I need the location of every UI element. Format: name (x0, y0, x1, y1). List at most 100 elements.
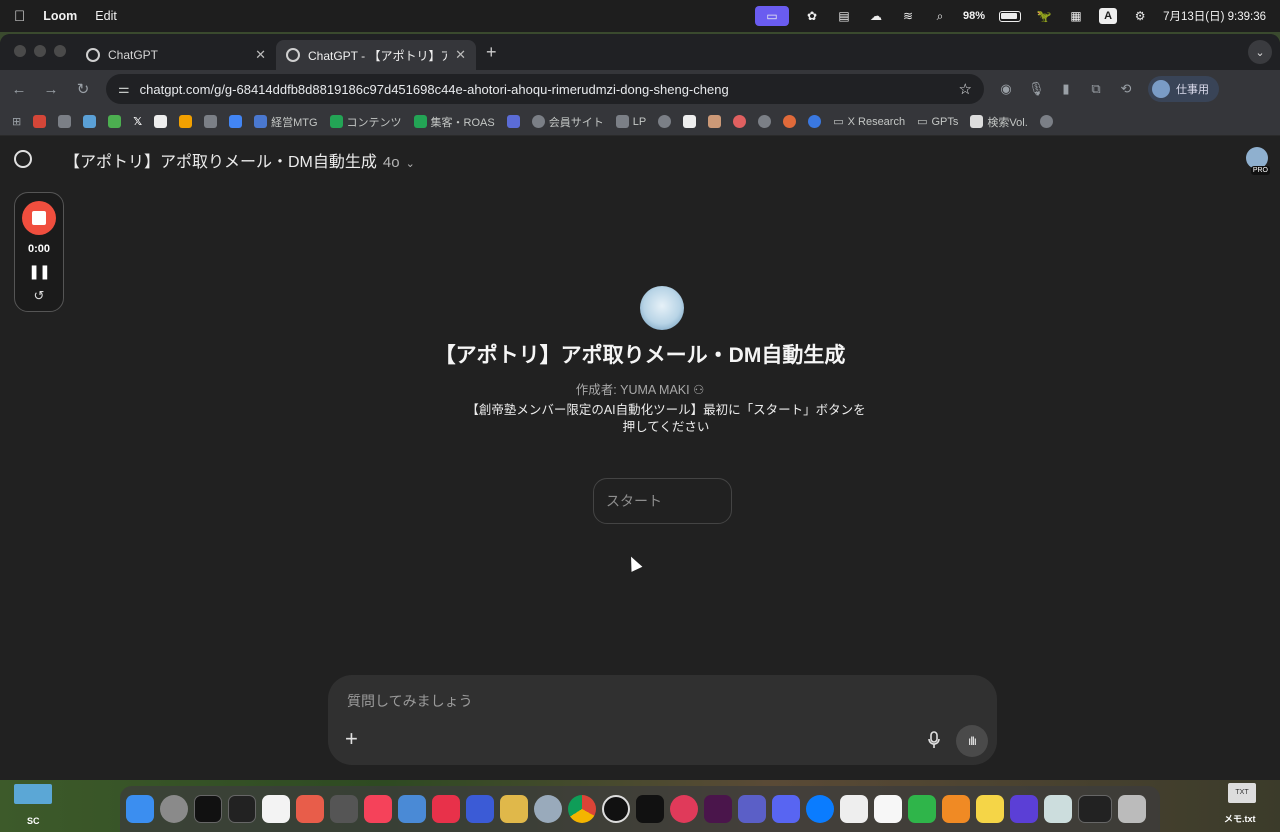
finder-icon[interactable] (126, 795, 154, 823)
trash-icon[interactable] (1118, 795, 1146, 823)
mic-extension-icon[interactable]: 🎙 (1028, 81, 1045, 97)
puzzle-icon[interactable]: ⧉ (1088, 81, 1104, 97)
preview-icon[interactable] (1044, 795, 1072, 823)
bookmark-x-research[interactable]: ▭ X Research (833, 115, 905, 129)
bookmark-acquisition[interactable]: 集客・ROAS (413, 114, 495, 130)
folder-app-icon[interactable] (500, 795, 528, 823)
close-icon[interactable]: ✕ (255, 47, 266, 63)
notion-bookmark-icon[interactable] (154, 115, 168, 128)
url-text[interactable]: chatgpt.com/g/g-68414ddfb8d8819186c97d45… (140, 82, 949, 97)
menu-clock[interactable]: 7月13日(日) 9:39:36 (1163, 8, 1266, 24)
site-settings-icon[interactable]: ⚌ (118, 81, 130, 97)
microphone-icon[interactable] (927, 731, 941, 749)
capcut-icon[interactable] (636, 795, 664, 823)
minimize-window-button[interactable] (34, 45, 46, 57)
activity-monitor-icon[interactable] (228, 795, 256, 823)
xmind-icon[interactable] (432, 795, 460, 823)
close-window-button[interactable] (14, 45, 26, 57)
close-icon[interactable]: ✕ (455, 47, 466, 63)
pencil-app-icon[interactable] (296, 795, 324, 823)
bookmark-icon[interactable] (808, 115, 822, 128)
tab-chatgpt[interactable]: ChatGPT ✕ (76, 40, 276, 70)
bookmark-lp[interactable]: LP (615, 115, 646, 128)
gmail-bookmark-icon[interactable] (33, 115, 47, 128)
notes-icon[interactable] (976, 795, 1004, 823)
profile-chip[interactable]: 仕事用 (1148, 76, 1219, 102)
freeform-icon[interactable] (262, 795, 290, 823)
input-mode-icon[interactable]: A (1099, 8, 1118, 24)
pages-icon[interactable] (942, 795, 970, 823)
extension-icon[interactable]: ▮ (1058, 81, 1074, 97)
bookmark-meeting[interactable]: 経営MTG (254, 114, 318, 130)
bookmark-star-icon[interactable]: ☆ (959, 80, 972, 98)
music-icon[interactable] (364, 795, 392, 823)
search-icon[interactable]: ⌕ (931, 9, 949, 23)
battery-icon[interactable] (999, 10, 1022, 22)
tab-search-icon[interactable]: ⌄ (1248, 40, 1272, 64)
dino-icon[interactable]: 🦖 (1035, 9, 1053, 23)
slack-icon[interactable] (704, 795, 732, 823)
discord-icon[interactable] (772, 795, 800, 823)
back-icon[interactable]: ← (10, 81, 28, 98)
bookmark-icon[interactable] (733, 115, 747, 128)
terminal-icon[interactable] (194, 795, 222, 823)
apps-grid-icon[interactable]: ⊞ (12, 115, 21, 128)
apple-menu-icon[interactable]:  (14, 8, 25, 25)
perplexity-icon[interactable] (1010, 795, 1038, 823)
bookmark-icon[interactable] (58, 115, 72, 128)
teams-icon[interactable] (738, 795, 766, 823)
stop-recording-button[interactable] (22, 201, 56, 235)
bookmark-member-site[interactable]: 会員サイト (531, 114, 604, 130)
menu-edit[interactable]: Edit (95, 9, 117, 23)
sync-icon[interactable]: ⟲ (1118, 81, 1134, 97)
chatgpt-app-icon[interactable] (602, 795, 630, 823)
bookmark-icon[interactable] (1039, 115, 1053, 128)
message-input[interactable]: 質問してみましょう (347, 691, 473, 711)
messenger-icon[interactable] (806, 795, 834, 823)
bookmark-icon[interactable] (783, 115, 797, 128)
address-bar[interactable]: ⚌ chatgpt.com/g/g-68414ddfb8d8819186c97d… (106, 74, 984, 104)
analytics-bookmark-icon[interactable] (179, 115, 193, 128)
flower-icon[interactable]: ✿ (803, 9, 821, 23)
bookmark-contents[interactable]: コンテンツ (329, 114, 402, 130)
loom-status-icon[interactable]: ▭ (755, 6, 790, 26)
pause-icon[interactable]: ❚❚ (28, 263, 50, 280)
quicktime-icon[interactable] (534, 795, 562, 823)
bookmark-icon[interactable] (204, 115, 218, 128)
bookmark-icon[interactable] (83, 115, 97, 128)
x-bookmark-icon[interactable]: 𝕏 (133, 115, 142, 128)
mweb-icon[interactable] (466, 795, 494, 823)
drive-bookmark-icon[interactable] (229, 115, 243, 128)
bookmark-icon[interactable] (708, 115, 722, 128)
gpt-title-dropdown[interactable]: 【アポトリ】アポ取りメール・DM自動生成 4o ⌄ (64, 148, 415, 172)
add-attachment-icon[interactable]: + (345, 726, 358, 752)
reload-icon[interactable]: ↻ (74, 80, 92, 98)
desktop-folder-icon[interactable] (14, 784, 52, 804)
settings-icon[interactable] (160, 795, 188, 823)
forward-icon[interactable]: → (42, 81, 60, 98)
cloud-icon[interactable]: ☁ (867, 9, 885, 23)
zoom-window-button[interactable] (54, 45, 66, 57)
numbers-icon[interactable] (908, 795, 936, 823)
textedit-icon[interactable] (874, 795, 902, 823)
bookmark-icon[interactable] (108, 115, 122, 128)
menu-app-name[interactable]: Loom (43, 9, 77, 23)
clipboard-icon[interactable]: ▤ (835, 9, 853, 23)
new-tab-icon[interactable]: + (486, 42, 497, 63)
screen-window-icon[interactable] (1078, 795, 1112, 823)
openai-bookmark-icon[interactable] (758, 115, 772, 128)
camera-extension-icon[interactable]: ◉ (998, 81, 1014, 97)
wifi-icon[interactable]: ≋ (899, 9, 917, 23)
globe-bookmark-icon[interactable] (658, 115, 672, 128)
conversation-starter-button[interactable]: スタート (593, 478, 732, 524)
tab-chatgpt-gpt[interactable]: ChatGPT - 【アポトリ】アポ取 ✕ (276, 40, 476, 70)
restart-icon[interactable]: ↺ (34, 288, 45, 304)
davinci-icon[interactable] (670, 795, 698, 823)
bookmark-gpts[interactable]: ▭ GPTs (917, 115, 958, 129)
calendar-icon[interactable]: ▦ (1067, 9, 1085, 23)
amazon-bookmark-icon[interactable] (683, 115, 697, 128)
bookmark-icon[interactable] (506, 115, 520, 128)
openai-logo-icon[interactable] (14, 150, 32, 168)
bookmark-search-volume[interactable]: 検索Vol. (970, 114, 1028, 130)
control-center-icon[interactable]: ⚙ (1131, 9, 1149, 23)
